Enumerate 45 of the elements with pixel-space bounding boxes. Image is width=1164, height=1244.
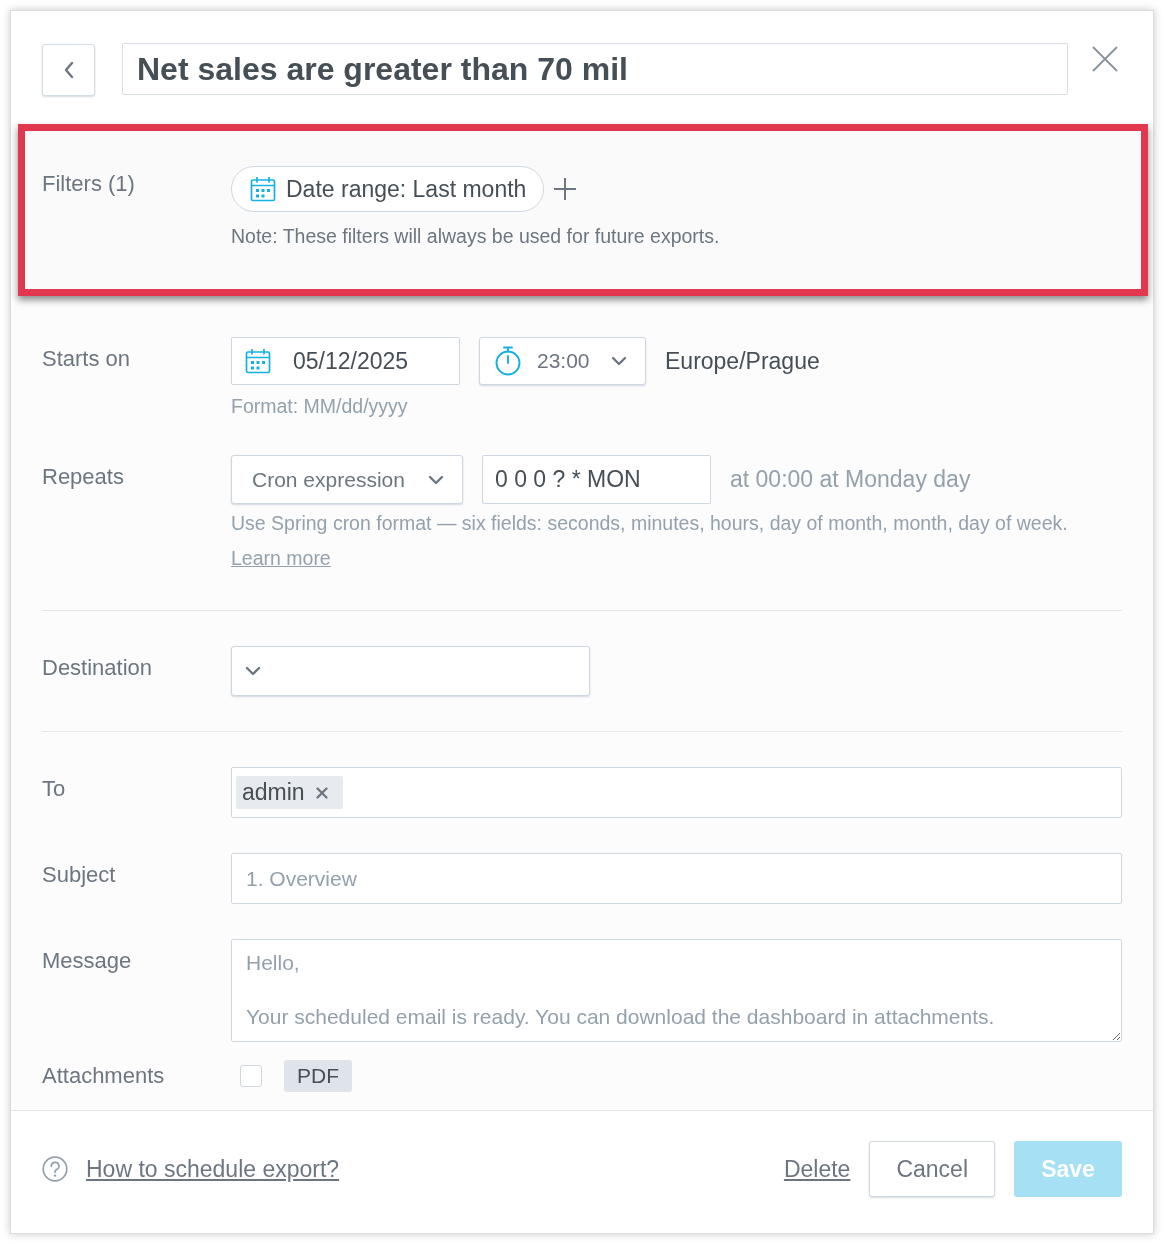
calendar-icon[interactable] xyxy=(245,348,271,374)
filters-label: Filters (1) xyxy=(42,170,136,198)
filter-chip[interactable]: Date range: Last month xyxy=(231,166,545,212)
help-link[interactable]: How to schedule export? xyxy=(86,1151,340,1187)
close-icon xyxy=(1092,46,1118,72)
date-picker[interactable]: 05/12/2025 xyxy=(231,337,460,385)
cron-format-hint: Use Spring cron format — six fields: seconds, minutes, hours, day of month, month, day of week. Learn more xyxy=(231,511,1069,571)
cron-description: at 00:00 at Monday day xyxy=(730,465,971,495)
starts-on-label: Starts on xyxy=(42,345,132,373)
calendar-icon xyxy=(250,176,276,202)
cancel-button[interactable]: Cancel xyxy=(869,1141,995,1197)
help-icon[interactable] xyxy=(42,1156,68,1182)
message-label: Message xyxy=(42,947,133,975)
repeat-mode-dropdown[interactable]: Cron expression xyxy=(231,455,463,504)
attachments-label: Attachments xyxy=(42,1062,166,1090)
stopwatch-icon xyxy=(494,346,522,376)
attachment-checkbox[interactable] xyxy=(240,1065,262,1087)
recipient-name: admin xyxy=(242,778,305,808)
destination-label: Destination xyxy=(42,654,154,682)
recipients-field[interactable]: admin xyxy=(231,767,1122,818)
destination-dropdown[interactable] xyxy=(231,646,590,696)
learn-more-link[interactable]: Learn more xyxy=(231,547,331,569)
subject-label: Subject xyxy=(42,861,117,889)
remove-icon[interactable] xyxy=(315,786,328,799)
title-field[interactable]: Net sales are greater than 70 mil xyxy=(122,43,1068,95)
date-field[interactable]: 05/12/2025 xyxy=(293,343,423,379)
plus-icon xyxy=(553,177,578,201)
chevron-left-icon xyxy=(62,61,75,79)
chevron-down-icon xyxy=(245,666,261,676)
cron-field[interactable]: 0 0 0 ? * MON xyxy=(482,455,711,504)
add-filter-button[interactable] xyxy=(553,177,578,201)
time-dropdown[interactable]: 23:00 xyxy=(479,337,646,385)
format-tag: PDF xyxy=(284,1060,352,1092)
delete-link[interactable]: Delete xyxy=(783,1151,851,1187)
filters-note: Note: These filters will always be used for future exports. xyxy=(231,224,721,248)
to-label: To xyxy=(42,775,67,803)
back-button[interactable] xyxy=(42,44,95,96)
close-button[interactable] xyxy=(1092,46,1118,72)
message-field[interactable]: Hello, Your scheduled email is ready. You can download the dashboard in attachments. xyxy=(231,939,1122,1042)
repeats-label: Repeats xyxy=(42,463,125,491)
date-format-hint: Format: MM/dd/yyyy xyxy=(231,394,409,418)
subject-field[interactable]: 1. Overview xyxy=(231,853,1122,904)
chevron-down-icon xyxy=(611,356,627,366)
chevron-down-icon xyxy=(428,474,444,485)
timezone-label: Europe/Prague xyxy=(665,346,820,376)
